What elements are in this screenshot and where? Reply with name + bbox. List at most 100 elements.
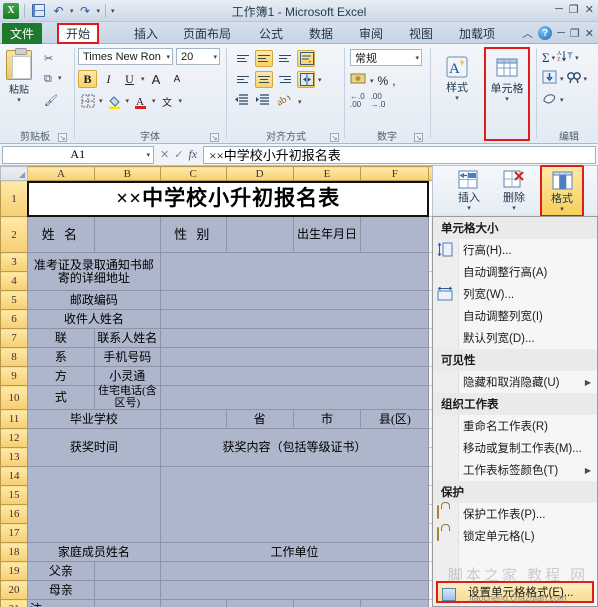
cell-f11-county[interactable]: 县(区) bbox=[360, 409, 430, 430]
menu-item-row-height[interactable]: 行高(H)... bbox=[433, 239, 597, 261]
row-header-1[interactable]: 1 bbox=[0, 180, 28, 217]
copy-icon[interactable]: ⧉ bbox=[44, 73, 52, 86]
number-format-select[interactable]: 常规 ▾ bbox=[350, 49, 422, 66]
tab-file[interactable]: 文件 bbox=[2, 23, 42, 44]
cell-c12-award-content-label[interactable]: 获奖内容（包括等级证书） bbox=[159, 428, 430, 468]
restore-window-icon[interactable]: ❐ bbox=[570, 27, 580, 40]
row-header-17[interactable]: 17 bbox=[0, 523, 28, 544]
chevron-down-icon[interactable]: ▾ bbox=[146, 151, 153, 159]
delete-button[interactable]: 删除 ▾ bbox=[492, 166, 536, 216]
cell-b10-home-phone-label[interactable]: 住宅电话(含区号) bbox=[93, 384, 161, 411]
borders-icon[interactable] bbox=[78, 92, 97, 110]
row-header-21[interactable]: 21 bbox=[0, 599, 28, 607]
column-header-a[interactable]: A bbox=[26, 166, 95, 181]
format-button[interactable]: 格式 ▾ bbox=[540, 165, 584, 217]
help-icon[interactable]: ? bbox=[538, 26, 553, 40]
row-header-20[interactable]: 20 bbox=[0, 580, 28, 601]
chevron-down-icon[interactable]: ▾ bbox=[213, 53, 217, 61]
cell-c10-home-phone-value[interactable] bbox=[159, 384, 430, 411]
autosum-dropdown-icon[interactable]: ▾ bbox=[552, 54, 556, 62]
cells-button[interactable]: 单元格 ▾ bbox=[484, 47, 530, 141]
menu-item-move-copy-sheet[interactable]: 移动或复制工作表(M)... bbox=[433, 437, 597, 459]
menu-item-autofit-column-width[interactable]: 自动调整列宽(I) bbox=[433, 305, 597, 327]
styles-button[interactable]: A 样式 ▾ bbox=[436, 50, 478, 108]
borders-dropdown-icon[interactable]: ▾ bbox=[99, 97, 103, 105]
cell-f2-birth-value[interactable] bbox=[360, 216, 430, 253]
cell-a12-award-time-label[interactable]: 获奖时间 bbox=[26, 428, 161, 468]
shrink-font-button[interactable]: A bbox=[168, 70, 187, 88]
menu-item-lock-cell[interactable]: 锁定单元格(L) bbox=[433, 525, 597, 547]
row-header-4[interactable]: 4 bbox=[0, 271, 28, 291]
fill-down-icon[interactable] bbox=[542, 70, 558, 87]
merge-dropdown-icon[interactable]: ▾ bbox=[318, 76, 322, 84]
name-box[interactable]: A1 ▾ bbox=[2, 145, 154, 164]
underline-button[interactable]: U bbox=[120, 70, 139, 88]
cell-d21[interactable] bbox=[225, 599, 294, 607]
cell-b2-name-value[interactable] bbox=[93, 216, 161, 253]
cell-a14-award-time-blank[interactable] bbox=[26, 466, 161, 544]
column-header-f[interactable]: F bbox=[360, 166, 430, 181]
chevron-down-icon[interactable]: ▾ bbox=[415, 54, 419, 62]
align-right-button[interactable] bbox=[276, 71, 294, 88]
cell-b20-mother-value[interactable] bbox=[93, 580, 161, 601]
find-icon[interactable] bbox=[566, 70, 582, 87]
cell-c3-address-value[interactable] bbox=[159, 252, 430, 291]
comma-format-button[interactable]: , bbox=[392, 74, 395, 88]
cell-a10-contact-char4[interactable]: 式 bbox=[26, 384, 95, 411]
indent-increase-icon[interactable] bbox=[255, 93, 270, 110]
insert-function-icon[interactable]: fx bbox=[188, 147, 197, 162]
collapse-ribbon-icon[interactable]: ︿ bbox=[522, 25, 533, 41]
italic-button[interactable]: I bbox=[99, 70, 118, 88]
tab-data[interactable]: 数据 bbox=[302, 23, 340, 44]
tab-review[interactable]: 审阅 bbox=[352, 23, 390, 44]
indent-decrease-icon[interactable] bbox=[234, 93, 249, 110]
align-center-button[interactable] bbox=[255, 71, 273, 88]
column-header-c[interactable]: C bbox=[159, 166, 227, 181]
close-button[interactable]: ✕ bbox=[585, 3, 594, 16]
alignment-dialog-launcher[interactable]: ↘ bbox=[330, 133, 339, 142]
menu-item-default-column-width[interactable]: 默认列宽(D)... bbox=[433, 327, 597, 349]
cells-dropdown-icon[interactable]: ▾ bbox=[505, 95, 509, 103]
align-left-button[interactable] bbox=[234, 71, 252, 88]
row-header-7[interactable]: 7 bbox=[0, 328, 28, 348]
cell-c9-xiaolingtong-value[interactable] bbox=[159, 366, 430, 386]
cell-c8-mobile-value[interactable] bbox=[159, 347, 430, 367]
autosum-icon[interactable]: Σ bbox=[542, 50, 550, 66]
font-name-input[interactable]: Times New Ron ▾ bbox=[78, 48, 173, 65]
orientation-icon[interactable]: ab bbox=[275, 93, 292, 110]
row-header-2[interactable]: 2 bbox=[0, 216, 28, 253]
cell-c2-gender-label[interactable]: 性 别 bbox=[159, 216, 227, 253]
menu-item-protect-sheet[interactable]: 保护工作表(P)... bbox=[433, 503, 597, 525]
align-bottom-button[interactable] bbox=[276, 50, 294, 67]
column-header-d[interactable]: D bbox=[225, 166, 294, 181]
find-dropdown-icon[interactable]: ▾ bbox=[584, 75, 588, 83]
cell-c18-work-unit-label[interactable]: 工作单位 bbox=[159, 542, 430, 563]
chevron-down-icon[interactable]: ▾ bbox=[166, 53, 170, 61]
percent-format-button[interactable]: % bbox=[378, 74, 389, 88]
row-header-9[interactable]: 9 bbox=[0, 366, 28, 386]
font-color-dropdown-icon[interactable]: ▾ bbox=[152, 97, 156, 105]
cell-a20-mother-label[interactable]: 母亲 bbox=[26, 580, 95, 601]
row-header-14[interactable]: 14 bbox=[0, 466, 28, 487]
cut-icon[interactable]: ✂ bbox=[44, 52, 53, 65]
column-header-b[interactable]: B bbox=[93, 166, 161, 181]
cell-c11-school-value[interactable] bbox=[159, 409, 227, 430]
font-color-icon[interactable]: A bbox=[131, 92, 150, 110]
fill-dropdown-icon[interactable]: ▾ bbox=[560, 75, 564, 83]
cell-c14-award-content-blank[interactable] bbox=[159, 466, 430, 544]
number-dialog-launcher[interactable]: ↘ bbox=[414, 133, 423, 142]
tab-home[interactable]: 开始 bbox=[57, 23, 100, 44]
row-header-16[interactable]: 16 bbox=[0, 504, 28, 525]
copy-dropdown-icon[interactable]: ▾ bbox=[58, 74, 62, 82]
font-size-input[interactable]: 20 ▾ bbox=[176, 48, 220, 65]
cell-a21-note[interactable]: 注: bbox=[26, 599, 95, 607]
cell-e2-birth-label[interactable]: 出生年月日 bbox=[292, 216, 362, 253]
delete-dropdown-icon[interactable]: ▾ bbox=[512, 204, 516, 212]
row-header-19[interactable]: 19 bbox=[0, 561, 28, 582]
styles-dropdown-icon[interactable]: ▾ bbox=[455, 94, 459, 102]
column-header-e[interactable]: E bbox=[292, 166, 362, 181]
row-header-3[interactable]: 3 bbox=[0, 252, 28, 272]
minimize-button[interactable]: ─ bbox=[555, 3, 563, 16]
menu-item-hide-unhide[interactable]: 隐藏和取消隐藏(U) ▶ bbox=[433, 371, 597, 393]
accounting-format-icon[interactable] bbox=[350, 72, 366, 89]
